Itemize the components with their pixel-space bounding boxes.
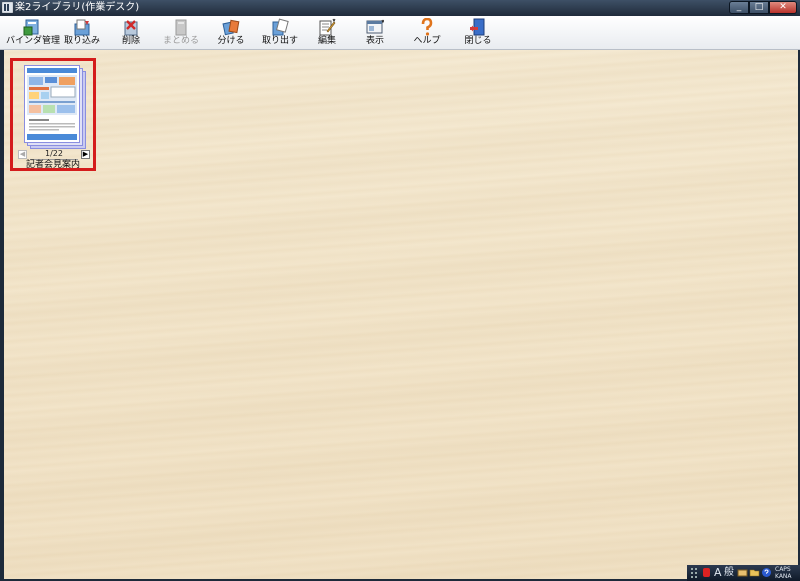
export-label: 取り出す (261, 36, 298, 46)
grip-icon[interactable] (689, 567, 700, 578)
page-indicator: 1/22 (30, 149, 78, 160)
view-button[interactable]: 表示 (358, 16, 392, 49)
binder-manage-label: バインダ管理 (6, 36, 61, 46)
window-title: 楽2ライブラリ(作業デスク) (15, 2, 140, 13)
app-icon (2, 2, 13, 13)
help-icon (421, 18, 433, 36)
close-label: 閉じる (464, 36, 492, 46)
edit-button[interactable]: 編集 (311, 16, 343, 49)
split-label: 分ける (217, 36, 245, 46)
help-tray-icon[interactable] (761, 567, 772, 578)
merge-icon (175, 19, 187, 36)
merge-button[interactable]: まとめる (160, 16, 202, 49)
close-door-icon (470, 18, 485, 36)
import-label: 取り込み (63, 36, 100, 46)
view-label: 表示 (365, 36, 384, 46)
delete-icon (124, 20, 138, 36)
minimize-button[interactable]: _ (729, 1, 749, 14)
split-button[interactable]: 分ける (214, 16, 248, 49)
page-navigator: ◀ 1/22 ▶ (18, 149, 90, 160)
binder-item[interactable]: ◀ 1/22 ▶ 記者会見案内 (10, 58, 96, 171)
export-button[interactable]: 取り出す (260, 16, 300, 49)
split-icon (222, 19, 240, 36)
close-button[interactable]: 閉じる (460, 16, 496, 49)
help-label: ヘルプ (413, 36, 441, 46)
binder-manage-button[interactable]: バインダ管理 (6, 16, 61, 49)
help-button[interactable]: ヘルプ (408, 16, 446, 49)
title-bar: 楽2ライブラリ(作業デスク) _ □ ✕ (0, 0, 800, 16)
edit-label: 編集 (317, 36, 336, 46)
language-bar: A 般 CAPS KANA (687, 565, 800, 581)
next-page-button[interactable]: ▶ (81, 150, 90, 159)
toolbar: バインダ管理 取り込み 削除 まとめる 分ける 取り出す 編集 表示 ヘルプ 閉… (0, 16, 800, 50)
binder-manage-icon (23, 19, 39, 36)
delete-button[interactable]: 削除 (115, 16, 147, 49)
merge-label: まとめる (162, 36, 199, 46)
export-icon (272, 18, 289, 36)
document-preview-image (25, 66, 79, 142)
close-window-button[interactable]: ✕ (769, 1, 797, 14)
ime-icon[interactable] (701, 567, 712, 578)
tool-icon[interactable] (737, 567, 748, 578)
edit-icon (319, 18, 336, 36)
ime-label[interactable]: 般 (724, 566, 734, 579)
import-icon (74, 19, 90, 36)
binder-name[interactable]: 記者会見案内 (13, 160, 93, 170)
window-controls: _ □ ✕ (729, 1, 797, 14)
page-thumbnail (24, 65, 80, 143)
view-icon (366, 19, 384, 34)
delete-label: 削除 (121, 36, 140, 46)
ime-mode[interactable]: A (714, 566, 722, 579)
kana-indicator: KANA (775, 573, 792, 580)
work-desk[interactable]: ◀ 1/22 ▶ 記者会見案内 (4, 50, 798, 579)
folder-icon[interactable] (749, 567, 760, 578)
prev-page-button[interactable]: ◀ (18, 150, 27, 159)
binder-thumbnail[interactable] (24, 65, 86, 149)
import-button[interactable]: 取り込み (62, 16, 102, 49)
maximize-button[interactable]: □ (749, 1, 769, 14)
